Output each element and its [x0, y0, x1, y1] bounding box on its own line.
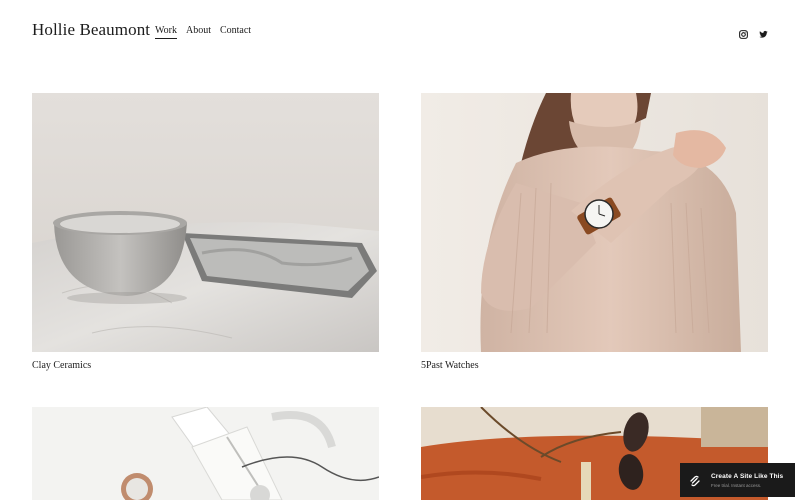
main-nav: Work About Contact — [155, 25, 251, 39]
project-image-3 — [32, 407, 379, 500]
nav-about[interactable]: About — [186, 25, 211, 39]
project-image-watch — [421, 93, 768, 352]
site-title[interactable]: Hollie Beaumont — [32, 20, 150, 40]
project-tile-5past-watches[interactable]: 5Past Watches — [421, 93, 768, 378]
project-title[interactable]: 5Past Watches — [421, 360, 479, 371]
twitter-icon[interactable] — [759, 26, 768, 38]
project-tile-clay-ceramics[interactable]: Clay Ceramics — [32, 93, 379, 378]
create-site-badge[interactable]: Create A Site Like This Free trial. Inst… — [680, 463, 795, 497]
nav-work[interactable]: Work — [155, 25, 177, 39]
project-image-ceramics — [32, 93, 379, 352]
nav-contact[interactable]: Contact — [220, 25, 251, 39]
social-links — [739, 26, 768, 39]
project-title[interactable]: Clay Ceramics — [32, 360, 91, 371]
badge-title: Create A Site Like This — [711, 473, 784, 480]
squarespace-logo-icon — [689, 474, 701, 487]
badge-subtitle: Free trial. Instant access. — [711, 483, 762, 488]
project-tile-3[interactable] — [32, 407, 379, 500]
instagram-icon[interactable] — [739, 26, 748, 39]
